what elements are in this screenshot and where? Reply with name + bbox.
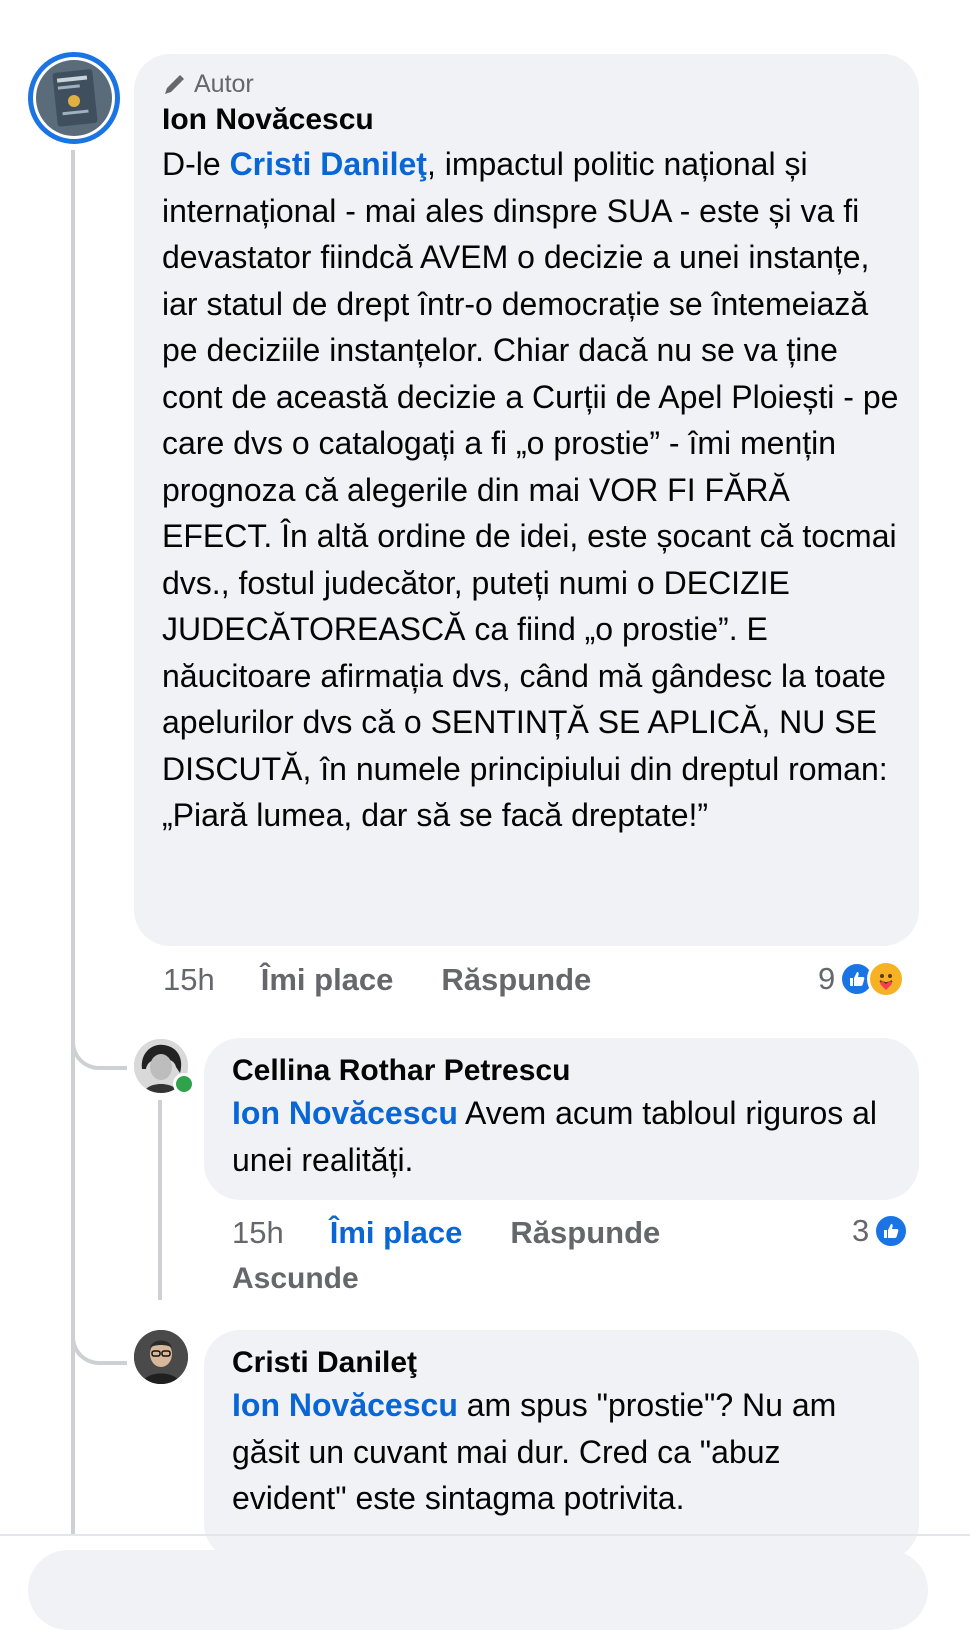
reply1-bubble: Cellina Rothar Petrescu Ion Novăcescu Av… <box>204 1038 919 1200</box>
author-badge: Autor <box>162 70 902 99</box>
comment-composer[interactable] <box>28 1550 928 1630</box>
comment-bubble: Autor Ion Novăcescu D-le Cristi Danileţ,… <box>134 54 919 946</box>
care-reaction-icon <box>867 960 906 998</box>
reply1-author[interactable]: Cellina Rothar Petrescu <box>232 1054 892 1088</box>
reply2-mention-link[interactable]: Ion Novăcescu <box>232 1387 458 1423</box>
mention-link[interactable]: Cristi Danileţ <box>230 146 427 182</box>
hide-replies-link[interactable]: Ascunde <box>232 1262 359 1296</box>
comment-time[interactable]: 15h <box>163 962 215 998</box>
author-badge-label: Autor <box>194 70 254 98</box>
reply-button[interactable]: Răspunde <box>441 962 591 998</box>
comment-actions: 15h Îmi place Răspunde <box>163 962 591 998</box>
reply2-author[interactable]: Cristi Danileţ <box>232 1346 882 1380</box>
reply2-bubble: Cristi Danileţ Ion Novăcescu am spus "pr… <box>204 1330 919 1560</box>
composer-separator <box>0 1534 970 1536</box>
book-cover-icon <box>36 60 112 136</box>
reply1-time[interactable]: 15h <box>232 1215 284 1251</box>
thread-connector-reply2 <box>71 1325 127 1365</box>
reaction-count: 9 <box>818 961 836 996</box>
person-photo-icon <box>134 1330 188 1384</box>
reaction-summary[interactable]: 9 <box>818 960 906 998</box>
pencil-icon <box>165 74 184 94</box>
thread-connector-reply1 <box>71 1030 127 1070</box>
reply1-actions: 15h Îmi place Răspunde <box>232 1215 660 1251</box>
reply1-mention-link[interactable]: Ion Novăcescu <box>232 1095 458 1131</box>
like-button[interactable]: Îmi place <box>261 962 394 998</box>
comment-author[interactable]: Ion Novăcescu <box>162 103 902 137</box>
comment-text: D-le Cristi Danileţ, impactul politic na… <box>162 141 902 839</box>
reply1-text: Ion Novăcescu Avem acum tabloul riguros … <box>232 1090 892 1183</box>
comment-text-prefix: D-le <box>162 146 230 182</box>
author-avatar[interactable] <box>28 52 120 144</box>
reply2-avatar[interactable] <box>134 1330 188 1384</box>
reply1-reply-button[interactable]: Răspunde <box>510 1215 660 1251</box>
reply1-like-button[interactable]: Îmi place <box>330 1215 463 1251</box>
reply2-text: Ion Novăcescu am spus "prostie"? Nu am g… <box>232 1382 882 1522</box>
comment-text-body: , impactul politic național și internați… <box>162 146 899 833</box>
reply1-like-reaction-icon <box>873 1213 910 1249</box>
online-status-dot <box>173 1073 195 1095</box>
thread-line-nested <box>158 1100 162 1300</box>
reply1-reaction-summary[interactable]: 3 <box>852 1213 910 1249</box>
reply1-reaction-count: 3 <box>852 1213 870 1248</box>
